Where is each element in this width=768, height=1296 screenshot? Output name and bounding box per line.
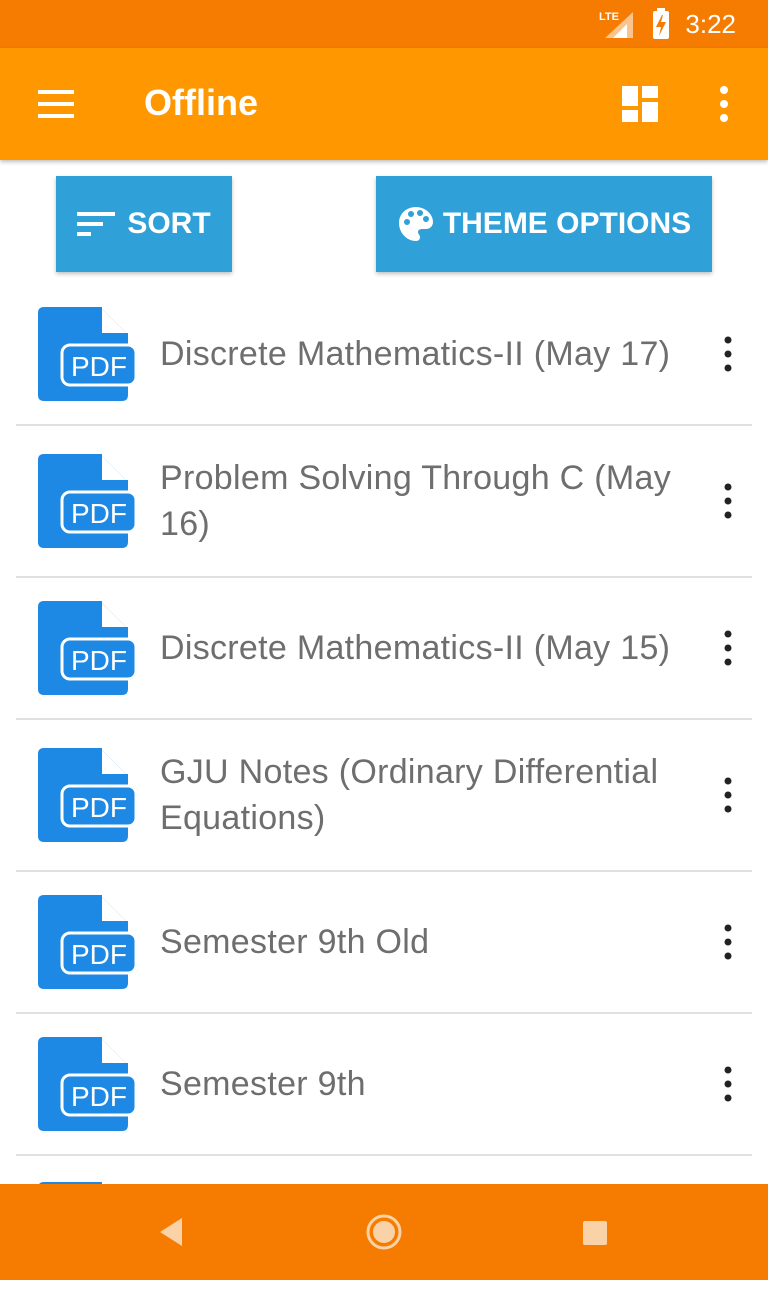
svg-text:PDF: PDF [71, 939, 127, 970]
lte-signal-icon: LTE [599, 11, 634, 38]
list-item-title: Discrete Mathematics-II (May 15) [160, 629, 671, 667]
list-item[interactable]: PDF Problem Solving Through C (May 16) [16, 426, 752, 578]
more-options-icon[interactable] [718, 628, 738, 668]
status-time: 3:22 [685, 8, 736, 39]
app-bar: Offline [0, 48, 768, 160]
theme-options-label: THEME OPTIONS [442, 207, 692, 240]
sort-icon [77, 212, 116, 236]
list-item[interactable]: PDF Semester 9th Old [16, 872, 752, 1014]
svg-text:PDF: PDF [71, 1081, 127, 1112]
battery-charging-icon [653, 8, 670, 39]
dashboard-layout-icon[interactable] [620, 84, 660, 124]
list-item-title: Discrete Mathematics-II (May 17) [160, 335, 671, 373]
more-options-icon[interactable] [718, 1064, 738, 1104]
hamburger-menu-icon[interactable] [36, 86, 76, 122]
list-item-title: Semester 9th Old [160, 923, 430, 961]
sort-button[interactable]: SORT [56, 176, 232, 272]
palette-icon [398, 207, 433, 241]
list-item[interactable]: PDF Semester 9th [16, 1014, 752, 1156]
svg-text:PDF: PDF [71, 351, 127, 382]
sort-button-label: SORT [127, 207, 211, 240]
svg-text:PDF: PDF [71, 645, 127, 676]
page-title: Offline [144, 82, 258, 123]
more-options-icon[interactable] [718, 775, 738, 815]
list-item[interactable]: PDF Discrete Mathematics-II (May 17) [16, 284, 752, 426]
svg-text:PDF: PDF [71, 498, 127, 529]
list-item-title: GJU Notes (Ordinary Differential Equatio… [160, 753, 659, 837]
pdf-file-icon: PDF [38, 748, 138, 842]
list-item[interactable]: PDF Discrete Mathematics-II (May 15) [16, 578, 752, 720]
more-options-icon[interactable] [718, 922, 738, 962]
navigation-bar [0, 1184, 768, 1280]
status-bar: LTE 3:22 [0, 0, 768, 48]
list-item-title: Problem Solving Through C (May 16) [160, 459, 672, 543]
list-item[interactable]: PDF GJU Notes (Ordinary Differential Equ… [16, 720, 752, 872]
svg-text:PDF: PDF [71, 792, 127, 823]
pdf-file-icon: PDF [38, 454, 138, 548]
pdf-file-icon: PDF [38, 895, 138, 989]
more-options-icon[interactable] [718, 334, 738, 374]
pdf-file-icon: PDF [38, 1037, 138, 1131]
file-list: PDF Discrete Mathematics-II (May 17) PDF… [0, 284, 768, 1296]
pdf-file-icon: PDF [38, 601, 138, 695]
home-icon[interactable] [366, 1214, 402, 1250]
theme-options-button[interactable]: THEME OPTIONS [376, 176, 712, 272]
more-options-icon[interactable] [708, 84, 740, 124]
back-icon[interactable] [158, 1216, 186, 1248]
recent-apps-icon[interactable] [582, 1220, 608, 1246]
svg-text:LTE: LTE [599, 11, 619, 23]
more-options-icon[interactable] [718, 481, 738, 521]
pdf-file-icon: PDF [38, 307, 138, 401]
list-item-title: Semester 9th [160, 1065, 366, 1103]
